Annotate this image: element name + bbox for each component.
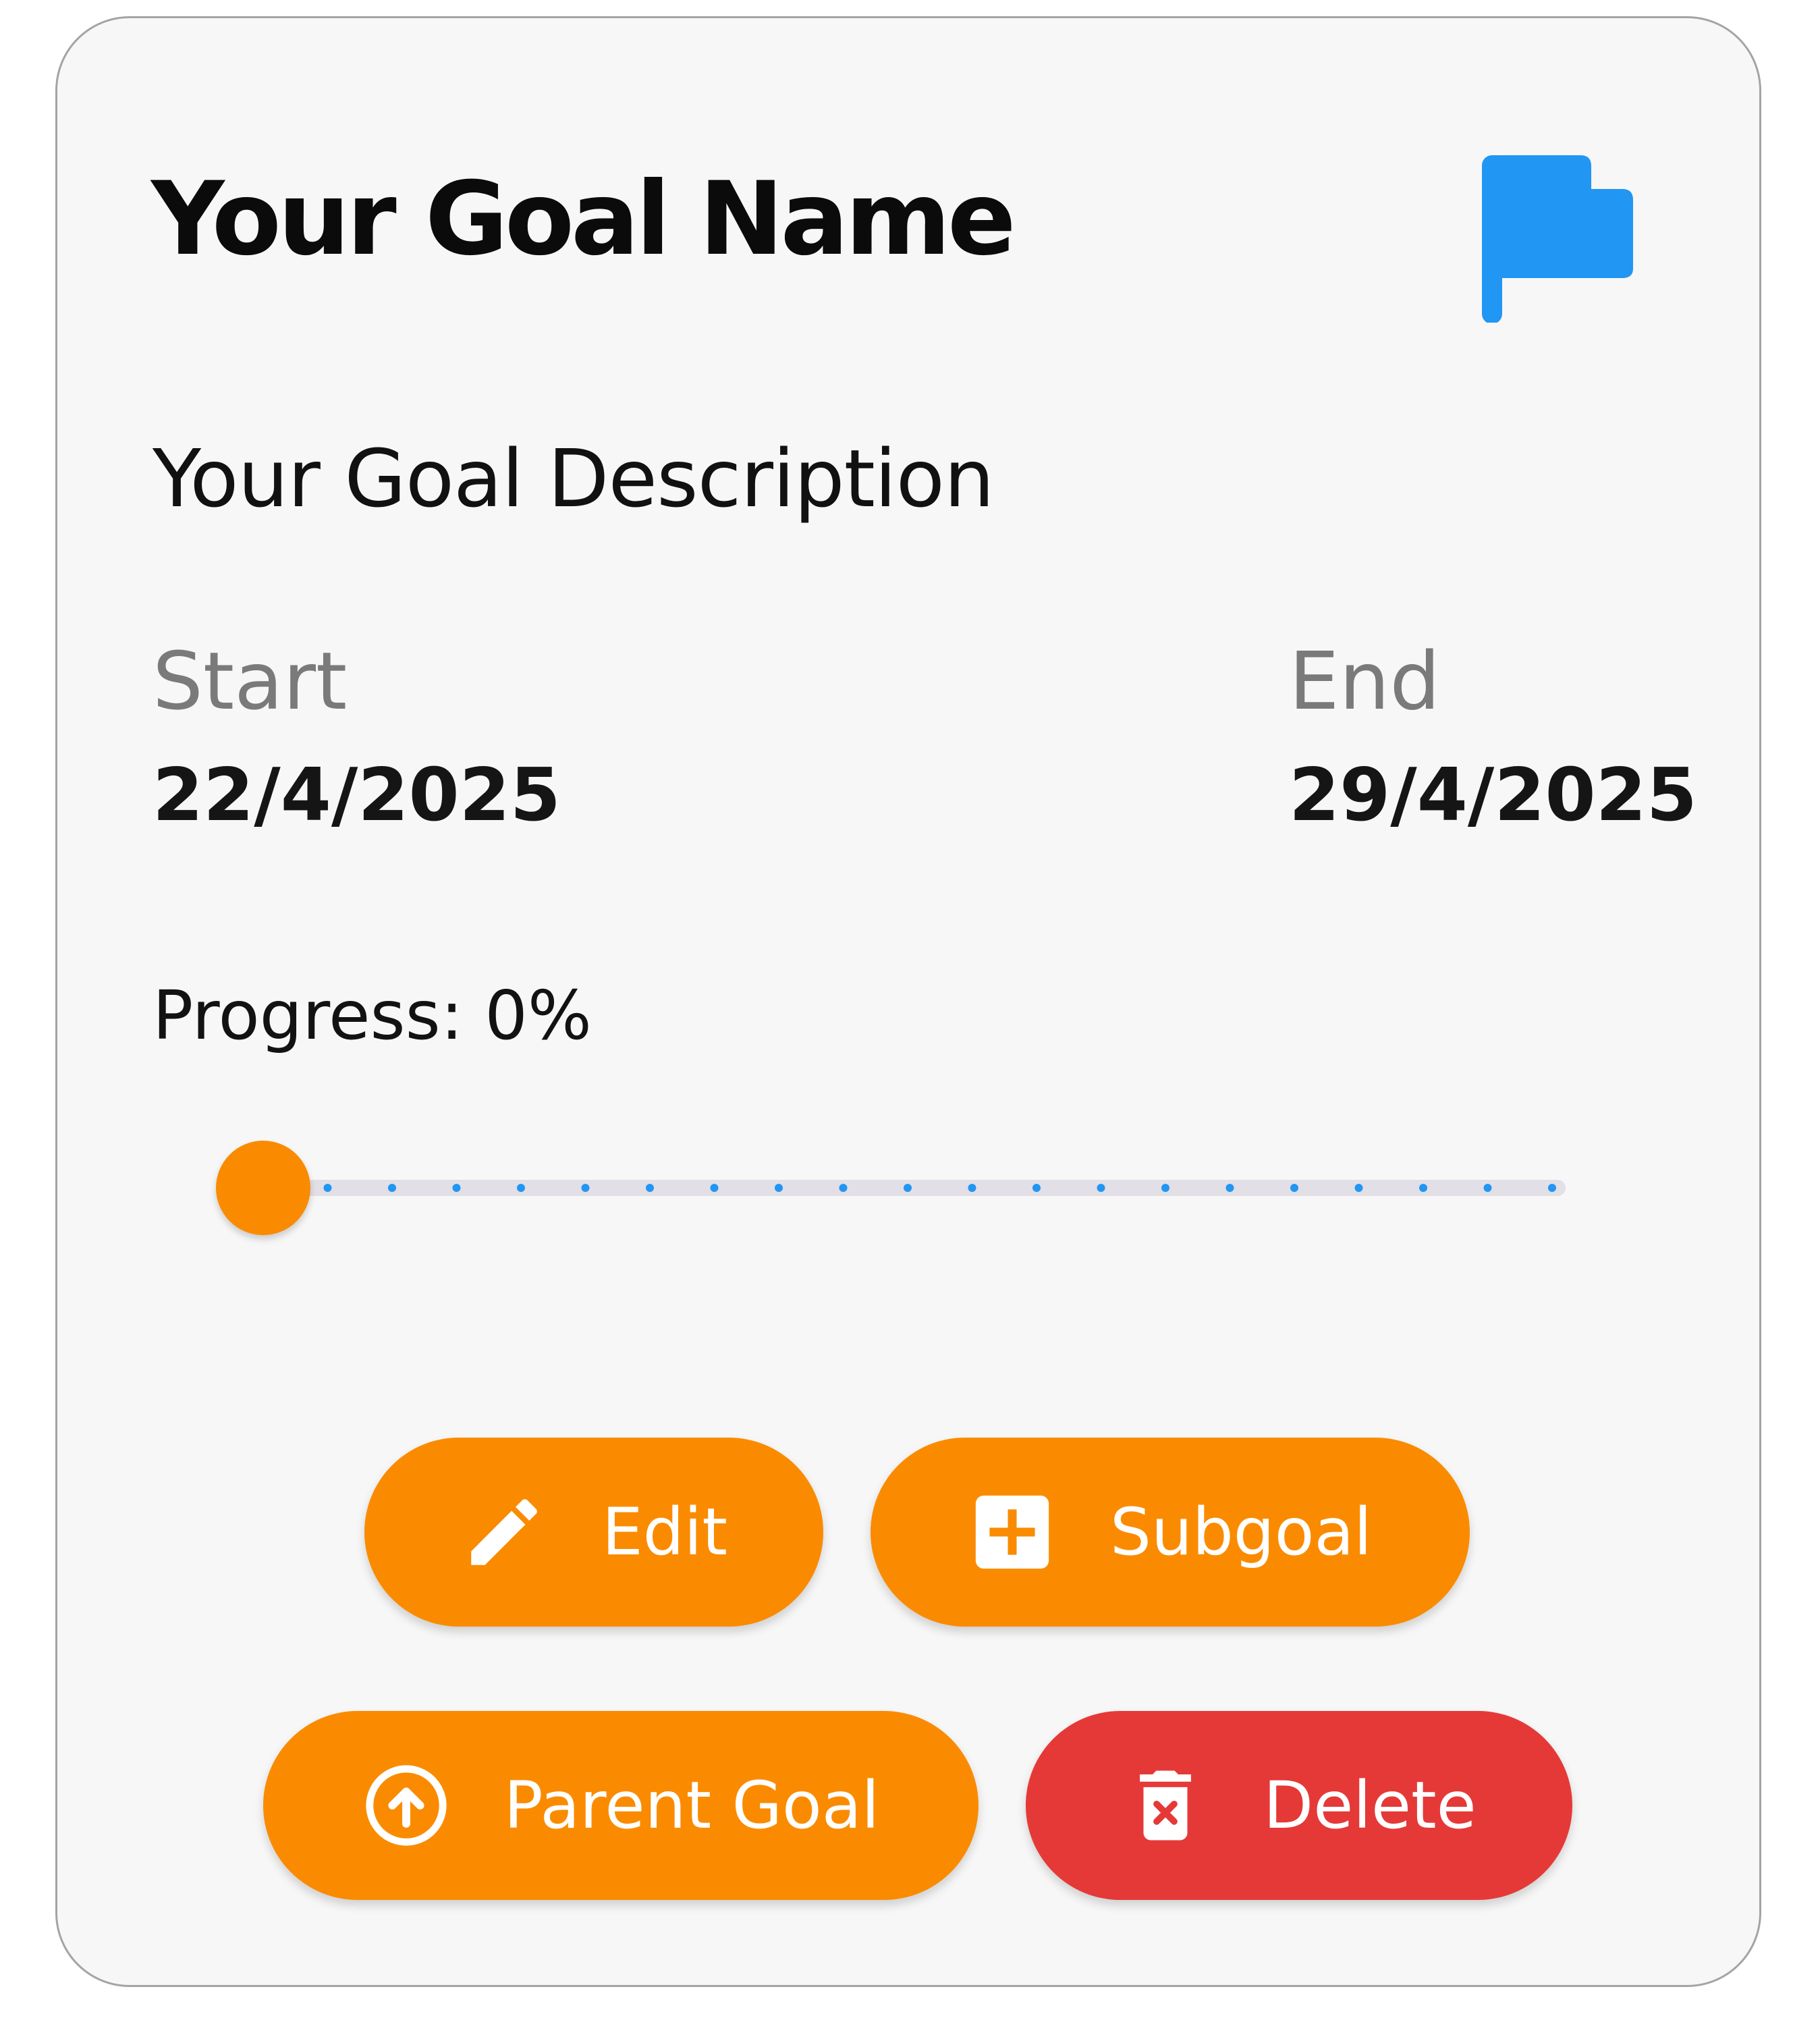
progress-slider[interactable] bbox=[216, 1141, 1579, 1235]
slider-tick bbox=[904, 1184, 912, 1192]
slider-tick bbox=[775, 1184, 783, 1192]
end-date-value: 29/4/2025 bbox=[1289, 753, 1697, 838]
slider-tick bbox=[1225, 1184, 1234, 1192]
parent-goal-button-label: Parent Goal bbox=[503, 1768, 880, 1843]
slider-tick bbox=[517, 1184, 525, 1192]
slider-tick bbox=[1419, 1184, 1427, 1192]
flag-icon bbox=[1472, 147, 1634, 324]
slider-tick bbox=[388, 1184, 396, 1192]
goal-description: Your Goal Description bbox=[153, 432, 995, 525]
progress-label: Progress: 0% bbox=[153, 976, 592, 1055]
delete-button-label: Delete bbox=[1263, 1768, 1477, 1843]
edit-button[interactable]: Edit bbox=[364, 1438, 823, 1627]
end-date-label: End bbox=[1289, 634, 1441, 728]
add-box-icon bbox=[968, 1488, 1056, 1576]
goal-title: Your Goal Name bbox=[151, 161, 1016, 278]
slider-tick bbox=[839, 1184, 848, 1192]
slider-tick bbox=[1161, 1184, 1169, 1192]
slider-tick bbox=[1290, 1184, 1298, 1192]
pencil-icon bbox=[460, 1488, 548, 1576]
parent-goal-button[interactable]: Parent Goal bbox=[263, 1711, 978, 1900]
edit-button-label: Edit bbox=[602, 1494, 727, 1570]
slider-tick bbox=[1097, 1184, 1105, 1192]
delete-button[interactable]: Delete bbox=[1026, 1711, 1572, 1900]
slider-tick bbox=[968, 1184, 976, 1192]
start-date-label: Start bbox=[153, 634, 348, 728]
arrow-up-circle-icon bbox=[362, 1762, 450, 1849]
trash-icon bbox=[1122, 1762, 1209, 1849]
slider-tick bbox=[1548, 1184, 1556, 1192]
slider-tick bbox=[646, 1184, 654, 1192]
slider-thumb[interactable] bbox=[216, 1141, 310, 1235]
slider-tick bbox=[710, 1184, 719, 1192]
slider-tick bbox=[1032, 1184, 1041, 1192]
subgoal-button-label: Subgoal bbox=[1110, 1494, 1372, 1570]
start-date-value: 22/4/2025 bbox=[153, 753, 561, 838]
slider-tick bbox=[452, 1184, 461, 1192]
slider-ticks bbox=[323, 1184, 1556, 1192]
slider-tick bbox=[1354, 1184, 1363, 1192]
slider-tick bbox=[1483, 1184, 1492, 1192]
subgoal-button[interactable]: Subgoal bbox=[871, 1438, 1470, 1627]
slider-tick bbox=[323, 1184, 332, 1192]
slider-tick bbox=[581, 1184, 590, 1192]
